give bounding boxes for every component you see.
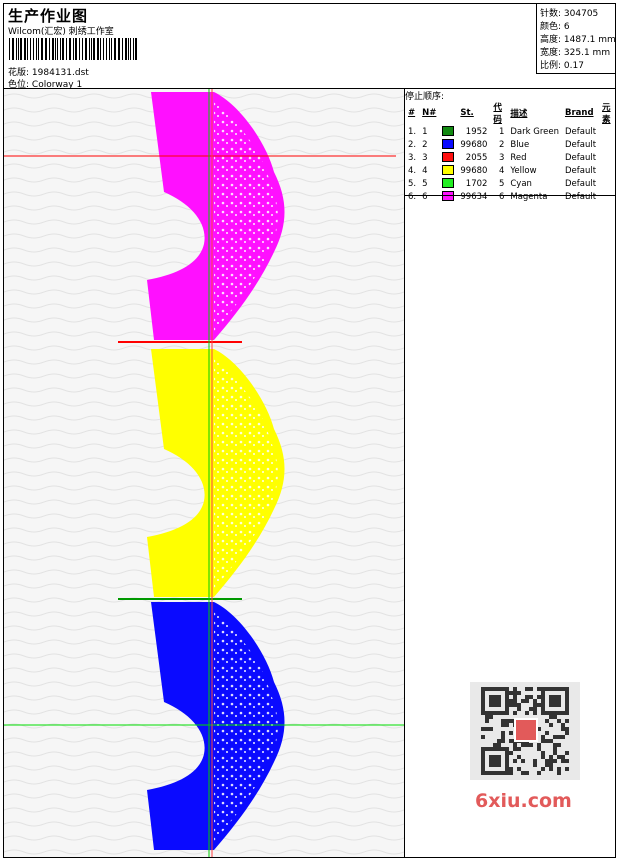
row-needle: 1 xyxy=(422,126,428,137)
row-index: 5. xyxy=(408,178,417,189)
col-code: 代码 xyxy=(493,103,502,125)
stat-stitches: 针数: 304705 xyxy=(540,9,599,19)
stat-colors: 颜色: 6 xyxy=(540,22,570,32)
color-swatch xyxy=(442,126,455,137)
row-stitches: 2055 xyxy=(465,152,488,163)
row-brand: Default xyxy=(564,139,597,150)
row-description: Red xyxy=(510,152,527,163)
row-swatch xyxy=(439,138,457,151)
col-element: 元素 xyxy=(602,103,611,125)
design-preview xyxy=(4,89,404,857)
row-description: Blue xyxy=(510,139,530,150)
row-code: 2 xyxy=(498,139,505,150)
color-swatch xyxy=(442,139,455,150)
row-brand: Default xyxy=(564,178,597,189)
row-swatch xyxy=(439,190,457,203)
row-code: 5 xyxy=(498,178,505,189)
company-name: Wilcom(汇宏) 刺绣工作室 xyxy=(8,27,114,37)
row-brand: Default xyxy=(564,191,597,202)
watermark-text: 6xiu.com xyxy=(475,790,572,812)
row-stitches: 99680 xyxy=(460,139,488,150)
qr-code-watermark xyxy=(470,682,580,780)
stat-scale: 比例: 0.17 xyxy=(540,61,584,71)
design-canvas xyxy=(4,89,404,857)
col-swatch xyxy=(439,101,457,125)
report-title: 生产作业图 xyxy=(8,7,89,25)
barcode-icon xyxy=(9,38,137,60)
row-swatch xyxy=(439,164,457,177)
row-needle: 6 xyxy=(422,191,428,202)
color-swatch xyxy=(442,178,455,189)
row-brand: Default xyxy=(564,126,597,137)
row-stitches: 99634 xyxy=(460,191,488,202)
stop-sequence-table: # N# St. 代码 描述 Brand 元素 1. 1 1952 1 Dark Gre… xyxy=(405,101,616,203)
col-description: 描述 xyxy=(510,109,528,119)
color-swatch xyxy=(442,152,455,163)
row-description: Yellow xyxy=(510,165,537,176)
row-brand: Default xyxy=(564,152,597,163)
row-element xyxy=(599,164,616,177)
qr-code-icon xyxy=(481,687,569,775)
row-element xyxy=(599,125,616,138)
row-description: Cyan xyxy=(510,178,532,189)
table-bottom-rule xyxy=(405,195,616,196)
col-stitches: St. xyxy=(460,108,474,118)
row-stitches: 1952 xyxy=(465,126,488,137)
table-row: 6. 6 99634 6 Magenta Default xyxy=(405,190,616,203)
table-row: 3. 3 2055 3 Red Default xyxy=(405,151,616,164)
report-header: 生产作业图 Wilcom(汇宏) 刺绣工作室 花版: 1984131.dst 色… xyxy=(4,4,536,90)
row-index: 1. xyxy=(408,126,417,137)
col-brand: Brand xyxy=(564,108,594,118)
color-swatch xyxy=(442,165,455,176)
row-index: 3. xyxy=(408,152,417,163)
row-needle: 4 xyxy=(422,165,428,176)
col-index: # xyxy=(408,108,416,118)
row-element xyxy=(599,151,616,164)
row-element xyxy=(599,177,616,190)
row-swatch xyxy=(439,125,457,138)
row-swatch xyxy=(439,151,457,164)
row-stitches: 99680 xyxy=(460,165,488,176)
row-description: Magenta xyxy=(510,191,548,202)
row-code: 4 xyxy=(498,165,505,176)
row-swatch xyxy=(439,177,457,190)
row-index: 2. xyxy=(408,139,417,150)
table-row: 4. 4 99680 4 Yellow Default xyxy=(405,164,616,177)
table-header-row: # N# St. 代码 描述 Brand 元素 xyxy=(405,101,616,125)
stat-width: 宽度: 325.1 mm xyxy=(540,48,611,58)
row-index: 4. xyxy=(408,165,417,176)
design-stats: 针数: 304705 颜色: 6 高度: 1487.1 mm 宽度: 325.1… xyxy=(536,4,616,74)
table-row: 5. 5 1702 5 Cyan Default xyxy=(405,177,616,190)
row-needle: 2 xyxy=(422,139,428,150)
row-code: 1 xyxy=(498,126,505,137)
table-row: 1. 1 1952 1 Dark Green Default xyxy=(405,125,616,138)
row-element xyxy=(599,138,616,151)
row-element xyxy=(599,190,616,203)
row-brand: Default xyxy=(564,165,597,176)
col-needle: N# xyxy=(422,108,437,118)
row-index: 6. xyxy=(408,191,417,202)
color-swatch xyxy=(442,191,455,202)
table-row: 2. 2 99680 2 Blue Default xyxy=(405,138,616,151)
row-description: Dark Green xyxy=(510,126,559,137)
row-code: 6 xyxy=(498,191,505,202)
row-stitches: 1702 xyxy=(465,178,488,189)
row-code: 3 xyxy=(498,152,505,163)
row-needle: 3 xyxy=(422,152,428,163)
row-needle: 5 xyxy=(422,178,428,189)
stat-height: 高度: 1487.1 mm xyxy=(540,35,616,45)
